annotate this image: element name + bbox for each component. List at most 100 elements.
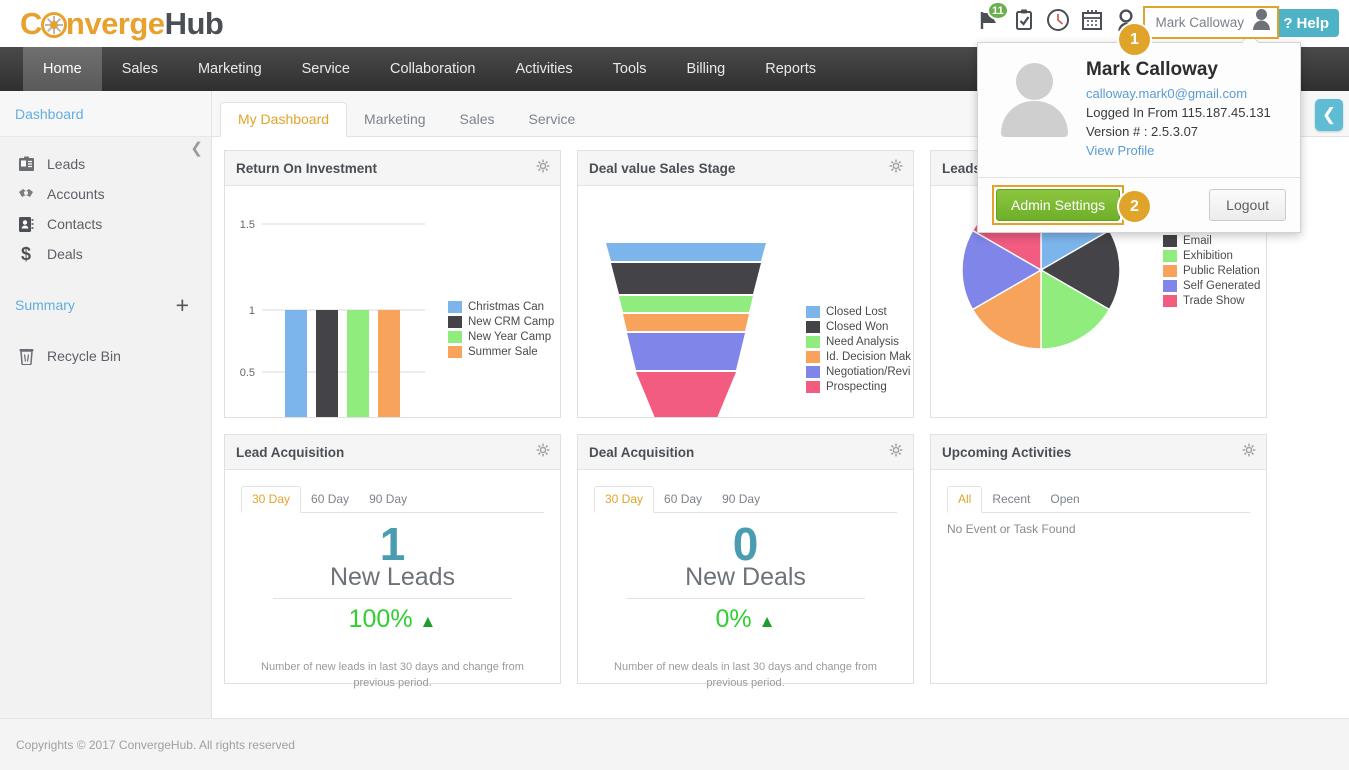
nav-item-marketing[interactable]: Marketing: [178, 47, 282, 91]
lead-acq-tab-60day[interactable]: 60 Day: [301, 487, 359, 512]
logout-button[interactable]: Logout: [1209, 189, 1286, 221]
legend-item[interactable]: New Year Camp: [448, 329, 554, 344]
nav-item-activities[interactable]: Activities: [495, 47, 592, 91]
gear-icon[interactable]: [536, 159, 550, 177]
deal-acq-tab-60day[interactable]: 60 Day: [654, 487, 712, 512]
gear-icon[interactable]: [889, 159, 903, 177]
help-button[interactable]: ? Help: [1273, 9, 1339, 37]
deal-acq-tab-90day[interactable]: 90 Day: [712, 487, 770, 512]
step-marker-1: 1: [1119, 24, 1150, 55]
gear-icon[interactable]: [1242, 443, 1256, 461]
panel-return-on-investment: Return On Investment 1.5 1 0.5 0: [224, 150, 561, 418]
clock-icon[interactable]: [1045, 7, 1071, 33]
panel-deal-value-sales-stage: Deal value Sales Stage: [577, 150, 914, 418]
divider: [273, 598, 512, 599]
clipboard-check-icon[interactable]: [1011, 7, 1037, 33]
gear-icon[interactable]: [889, 443, 903, 461]
nav-item-sales[interactable]: Sales: [102, 47, 178, 91]
sidebar-item-contacts[interactable]: Contacts: [0, 209, 211, 239]
svg-text:1.5: 1.5: [240, 219, 255, 231]
legend-swatch: [1163, 250, 1177, 262]
nav-item-reports[interactable]: Reports: [745, 47, 836, 91]
nav-item-home[interactable]: Home: [23, 47, 102, 91]
dropdown-user-email[interactable]: calloway.mark0@gmail.com: [1086, 86, 1271, 101]
legend-item[interactable]: Closed Lost: [806, 304, 911, 319]
calendar-icon[interactable]: [1079, 7, 1105, 33]
legend-item[interactable]: Negotiation/Revi: [806, 364, 911, 379]
legend-item[interactable]: Exhibition: [1163, 248, 1260, 263]
activities-tabbar: All Recent Open: [947, 486, 1250, 513]
legend-item[interactable]: Prospecting: [806, 379, 911, 394]
deal-acq-tab-30day[interactable]: 30 Day: [594, 486, 654, 513]
dropdown-info: Mark Calloway calloway.mark0@gmail.com L…: [1086, 57, 1271, 158]
panel-header: Deal value Sales Stage: [578, 151, 913, 186]
admin-settings-highlight: Admin Settings: [992, 185, 1124, 225]
nav-label: Service: [302, 61, 350, 77]
activities-tab-recent[interactable]: Recent: [982, 487, 1040, 512]
legend-label: New CRM Camp: [468, 316, 554, 328]
legend-label: New Year Camp: [468, 331, 551, 343]
legend-item[interactable]: Summer Sale: [448, 344, 554, 359]
sidebar-item-label: Deals: [47, 246, 83, 262]
lead-acq-value-label: New Leads: [225, 563, 560, 592]
lead-acq-tab-90day[interactable]: 90 Day: [359, 487, 417, 512]
legend-item[interactable]: New CRM Camp: [448, 314, 554, 329]
flag-icon[interactable]: 11: [977, 7, 1003, 33]
sidebar-header: Dashboard: [0, 91, 211, 137]
nav-label: Marketing: [198, 61, 262, 77]
admin-settings-button[interactable]: Admin Settings: [996, 189, 1120, 221]
legend-label: Email: [1183, 235, 1212, 247]
nav-item-collaboration[interactable]: Collaboration: [370, 47, 495, 91]
sidebar: Dashboard ❮ Leads Accounts Contacts $ De…: [0, 91, 212, 718]
add-summary-button[interactable]: +: [176, 294, 189, 317]
subtab-label: 60 Day: [664, 492, 702, 506]
lead-acq-caption: Number of new leads in last 30 days and …: [247, 660, 538, 692]
nav-label: Billing: [687, 61, 726, 77]
sidebar-item-leads[interactable]: Leads: [0, 149, 211, 179]
legend-item[interactable]: Closed Won: [806, 319, 911, 334]
legend-item[interactable]: Christmas Can: [448, 299, 554, 314]
help-label: Help: [1296, 15, 1329, 32]
funnel-chart: Closed Lost Closed Won Need Analysis Id.…: [578, 186, 913, 417]
handshake-icon: [16, 184, 36, 204]
tab-sales[interactable]: Sales: [443, 103, 512, 136]
activities-tab-all[interactable]: All: [947, 486, 982, 513]
nav-label: Home: [43, 61, 82, 77]
app-logo[interactable]: CnvergeHub: [20, 6, 223, 42]
nav-item-tools[interactable]: Tools: [593, 47, 667, 91]
tab-marketing[interactable]: Marketing: [347, 103, 442, 136]
lead-acquisition-body: 30 Day 60 Day 90 Day 1 New Leads 100% ▲ …: [225, 486, 560, 699]
nav-item-billing[interactable]: Billing: [667, 47, 746, 91]
view-profile-link[interactable]: View Profile: [1086, 143, 1271, 158]
legend-item[interactable]: Public Relation: [1163, 263, 1260, 278]
legend-item[interactable]: Need Analysis: [806, 334, 911, 349]
legend-item[interactable]: Email: [1163, 233, 1260, 248]
panel-deal-acquisition: Deal Acquisition 30 Day 60 Day 90 Day 0 …: [577, 434, 914, 684]
subtab-label: 30 Day: [252, 492, 290, 506]
sidebar-item-accounts[interactable]: Accounts: [0, 179, 211, 209]
legend-label: Christmas Can: [468, 301, 544, 313]
activities-tab-open[interactable]: Open: [1040, 487, 1089, 512]
tab-service[interactable]: Service: [512, 103, 593, 136]
legend-item[interactable]: Self Generated: [1163, 278, 1260, 293]
subtab-label: 90 Day: [722, 492, 760, 506]
nav-label: Collaboration: [390, 61, 475, 77]
legend-swatch: [1163, 265, 1177, 277]
legend-item[interactable]: Trade Show: [1163, 293, 1260, 308]
tab-my-dashboard[interactable]: My Dashboard: [220, 102, 347, 137]
user-menu-button[interactable]: Mark Calloway: [1143, 6, 1279, 39]
panel-expand-button[interactable]: ❮: [1315, 99, 1343, 131]
legend-label: Closed Won: [826, 321, 888, 333]
gear-icon[interactable]: [536, 443, 550, 461]
legend-swatch: [1163, 235, 1177, 247]
lead-acq-tab-30day[interactable]: 30 Day: [241, 486, 301, 513]
sidebar-collapse-icon[interactable]: ❮: [190, 139, 203, 157]
avatar: [996, 57, 1072, 137]
legend-item[interactable]: Id. Decision Mak: [806, 349, 911, 364]
activities-empty-message: No Event or Task Found: [947, 522, 1266, 536]
dollar-icon: $: [16, 244, 36, 264]
sidebar-item-recycle-bin[interactable]: Recycle Bin: [0, 341, 211, 371]
sidebar-item-deals[interactable]: $ Deals: [0, 239, 211, 269]
trend-up-icon: ▲: [420, 612, 437, 631]
nav-item-service[interactable]: Service: [282, 47, 370, 91]
